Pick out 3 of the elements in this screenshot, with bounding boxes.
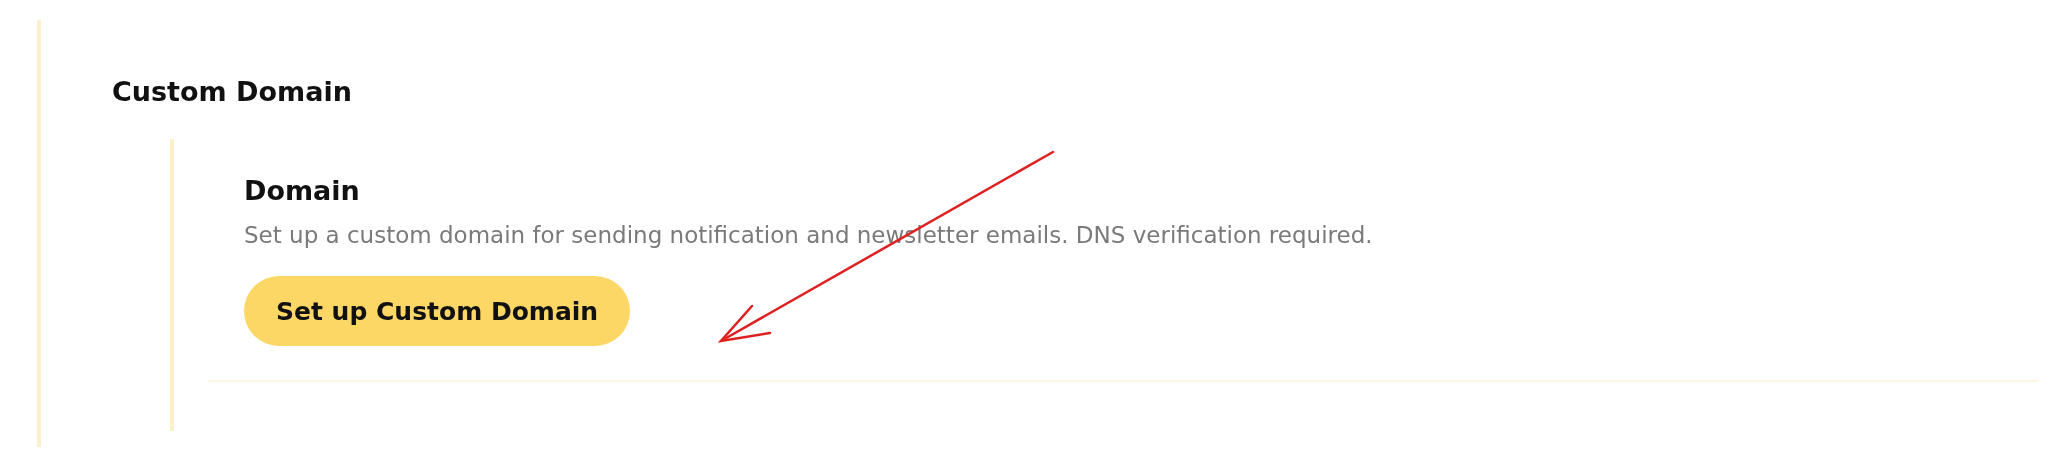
section-title: Custom Domain <box>112 76 353 109</box>
setting-title: Domain <box>244 175 361 208</box>
setup-button[interactable]: Set up Custom Domain <box>244 276 631 347</box>
